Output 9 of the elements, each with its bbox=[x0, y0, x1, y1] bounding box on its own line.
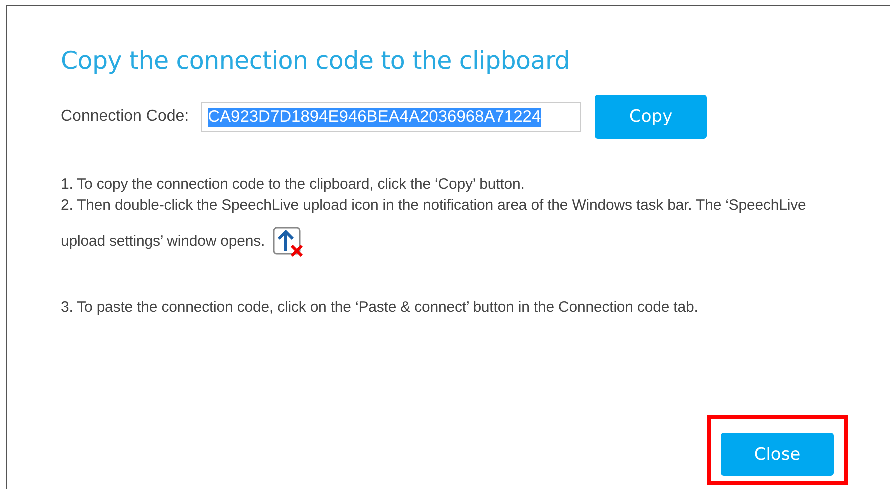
connection-code-field[interactable]: CA923D7D1894E946BEA4A2036968A71224 bbox=[201, 102, 582, 132]
code-text: CA923D7D1894E946BEA4A2036968A71224 bbox=[208, 108, 542, 126]
instruction-text: 1. To copy the connection code to the clipboard, click the ‘Copy’ button. bbox=[61, 175, 526, 195]
copy-button[interactable]: Copy bbox=[595, 95, 708, 139]
instruction-text: 3. To paste the connection code, click on the ‘Paste & connect’ button in the Connection code tab. bbox=[61, 298, 700, 318]
dialog-title: Copy the connection code to the clipboard bbox=[61, 46, 572, 75]
instruction-text: 2. Then double-click the SpeechLive upload icon in the notification area of the Windows task bar. The ‘SpeechLive upload settings’ window opens. bbox=[61, 197, 806, 250]
close-button[interactable]: Close bbox=[721, 433, 834, 476]
field-label: Connection Code: bbox=[61, 108, 190, 126]
